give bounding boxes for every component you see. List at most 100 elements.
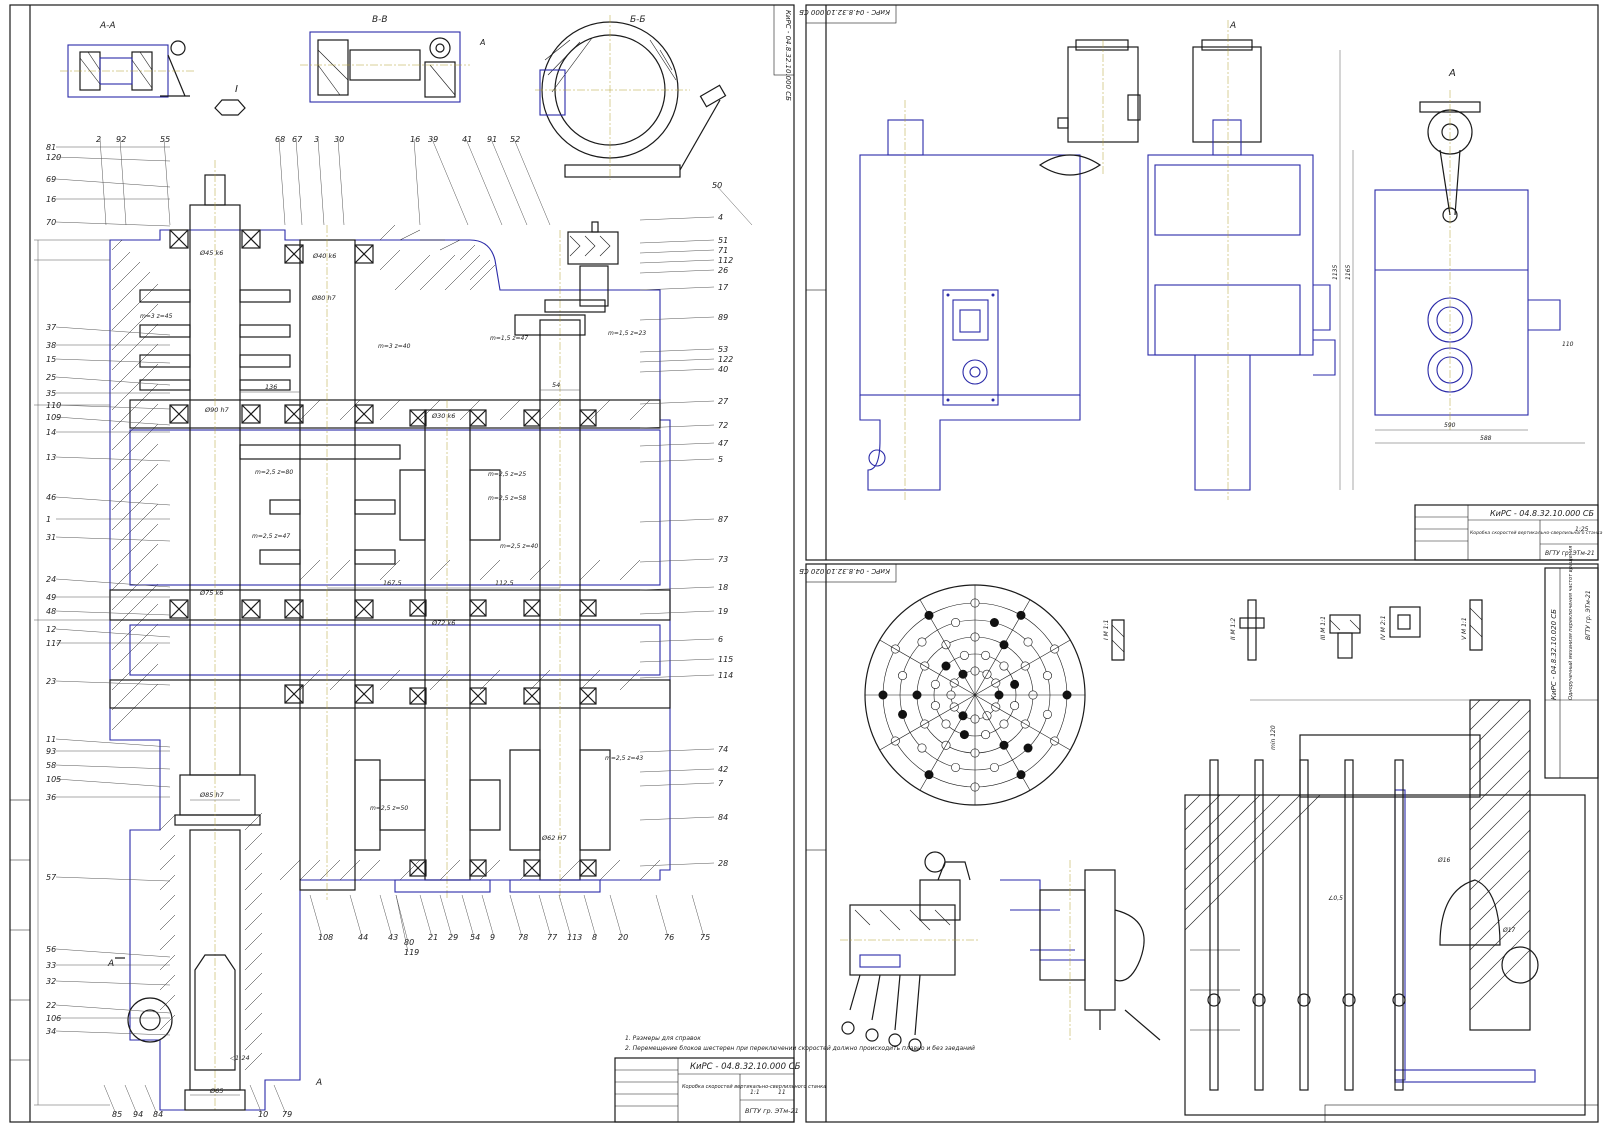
disk-hole [989, 618, 999, 628]
gear-label-1: m=3 z=45 [140, 313, 173, 320]
svg-text:А: А [1229, 21, 1236, 31]
part-number: 6 [718, 635, 723, 644]
dim-d45: Ø45 k6 [199, 249, 223, 257]
dim-590: 590 [1444, 422, 1456, 429]
part-number: 5 [718, 455, 723, 464]
part-number: 25 [46, 373, 56, 382]
part-number: 113 [567, 933, 582, 942]
disk-hole [1042, 671, 1052, 681]
disk-hole [917, 637, 927, 647]
part-number: 57 [46, 873, 57, 882]
part-number: 20 [618, 933, 628, 942]
part-number: 89 [718, 313, 728, 322]
gear-label-6: m=2,5 z=80 [255, 469, 293, 476]
gear-label-5: m=2,5 z=40 [500, 543, 538, 550]
gear-label-10: m=1,5 z=47 [490, 335, 528, 342]
part-number: 50 [712, 181, 722, 190]
gear-label-4: m=2,5 z=58 [488, 495, 526, 502]
part-number: 112 [718, 256, 733, 265]
part-number: 47 [718, 439, 729, 448]
part-number: 52 [510, 135, 520, 144]
part-number: 115 [718, 655, 733, 664]
section-label-a-a: A-A [99, 21, 116, 31]
disk-hole [1023, 743, 1033, 753]
gear-label-8: m=2,5 z=43 [605, 755, 643, 762]
part-number: 70 [46, 218, 56, 227]
part-number: 58 [46, 761, 56, 770]
part-number: 67 [292, 135, 303, 144]
part-number: 84 [718, 813, 728, 822]
disk-hole [959, 730, 969, 740]
part-number: 10 [258, 1110, 268, 1119]
part-number: 69 [46, 175, 56, 184]
part-number: 16 [410, 135, 420, 144]
part-number: 17 [718, 283, 729, 292]
dim-d80: Ø80 h7 [311, 294, 337, 302]
title-3-name: Одноручечный механизм переключения часто… [1568, 546, 1574, 700]
part-number: 30 [334, 135, 344, 144]
disk-hole [930, 701, 940, 711]
part-number: 108 [318, 933, 333, 942]
drawing-canvas: КиРС - 04.8.32.10.000 СБ A-A I В-В А Б-Б… [0, 0, 1603, 1126]
title-1-sheet: 11 [778, 1089, 786, 1096]
part-number: 11 [46, 735, 56, 744]
part-number: 73 [718, 555, 728, 564]
part-number: 117 [46, 639, 62, 648]
disk-hole [989, 762, 999, 772]
part-number: 42 [718, 765, 728, 774]
part-number: 48 [46, 607, 56, 616]
part-number: 38 [46, 341, 56, 350]
part-number: 94 [133, 1110, 143, 1119]
svg-text:А: А [479, 38, 485, 47]
sheet3-stamp: КиРС - 04.8.32.10.020 СБ [799, 567, 890, 575]
disk-hole [898, 671, 908, 681]
dim-167-5: 167,5 [383, 579, 402, 587]
gear-label-11: m=1,5 z=23 [608, 330, 646, 337]
part-number: 54 [470, 933, 480, 942]
part-number: 72 [718, 421, 728, 430]
dim-min120: min 120 [1270, 725, 1277, 750]
disk-hole [981, 730, 991, 740]
part-number: 56 [46, 945, 56, 954]
part-number: 77 [547, 933, 558, 942]
detail-label-1: I М 1:1 [1103, 620, 1110, 640]
note-1: 1. Размеры для справок [625, 1035, 701, 1042]
part-number: 27 [718, 397, 729, 406]
part-number: 40 [718, 365, 728, 374]
disk-hole [1010, 679, 1020, 689]
disk-hole [898, 709, 908, 719]
svg-text:А: А [315, 1078, 322, 1088]
part-number: 46 [46, 493, 56, 502]
part-number: 49 [46, 593, 56, 602]
gear-label-9: m=2,5 z=50 [370, 805, 408, 812]
part-number: 110 [46, 401, 61, 410]
part-number: 22 [46, 1001, 56, 1010]
part-number: 105 [46, 775, 61, 784]
part-number: 37 [46, 323, 57, 332]
part-number: 36 [46, 793, 56, 802]
part-number: 109 [46, 413, 61, 422]
part-number: 9 [490, 933, 495, 942]
detail-label-3: III М 1:1 [1320, 616, 1327, 640]
part-number: 87 [718, 515, 729, 524]
dim-1135: 1135 [1332, 265, 1339, 280]
part-number: 26 [718, 266, 728, 275]
dim-d90: Ø90 h7 [204, 406, 230, 414]
dim-taper: ◁1:24 [230, 1054, 250, 1062]
note-2: 2. Перемещение блоков шестерен при перек… [625, 1045, 975, 1052]
part-number: 19 [718, 607, 728, 616]
title-3-designation: КиРС - 04.8.32.10.020 СБ [1550, 609, 1558, 700]
disk-hole [941, 661, 951, 671]
part-number: 15 [46, 355, 56, 364]
dim-angle: ∠0,5 [1328, 895, 1343, 902]
part-number: 21 [428, 933, 438, 942]
disk-hole [959, 650, 969, 660]
part-number: 114 [718, 671, 733, 680]
part-number: 39 [428, 135, 438, 144]
gear-label-2: m=3 z=40 [378, 343, 411, 350]
part-number: 92 [116, 135, 126, 144]
part-number: 106 [46, 1014, 61, 1023]
dim-d17: Ø17 [1502, 927, 1516, 934]
disk-hole [930, 679, 940, 689]
part-number: 41 [462, 135, 472, 144]
